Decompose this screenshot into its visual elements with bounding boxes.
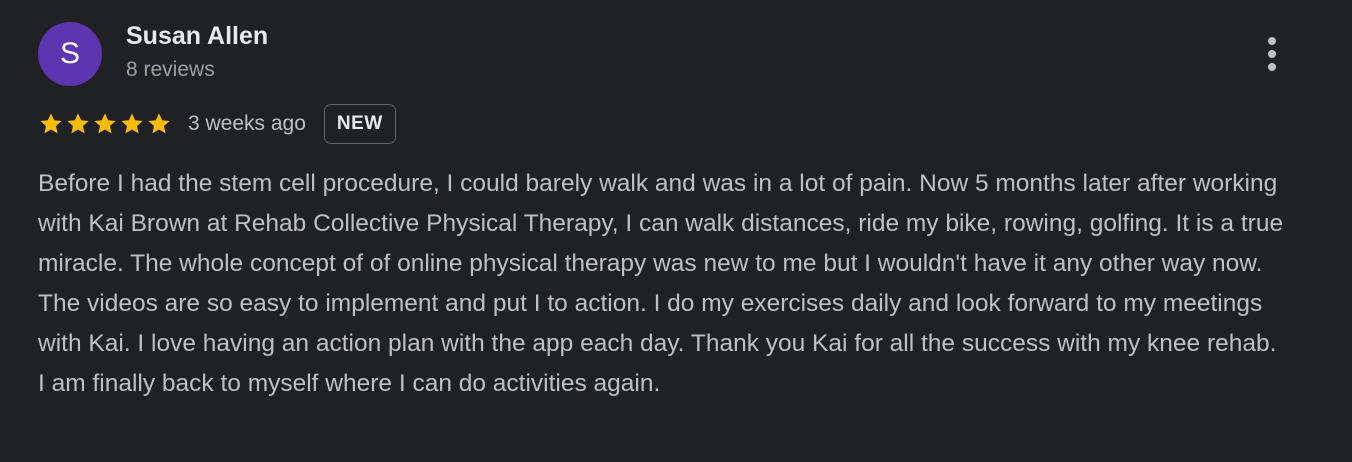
star-rating xyxy=(38,111,172,137)
new-badge: NEW xyxy=(323,104,396,144)
more-vert-icon xyxy=(1268,37,1276,71)
rating-row: 3 weeks ago NEW xyxy=(38,102,396,146)
star-icon xyxy=(94,113,116,134)
avatar-initial: S xyxy=(59,37,80,70)
star-icon xyxy=(148,113,170,134)
more-options-button[interactable] xyxy=(1252,30,1292,78)
star-icon xyxy=(121,113,143,134)
review-count: 8 reviews xyxy=(126,58,215,81)
reviewer-name[interactable]: Susan Allen xyxy=(126,22,268,51)
review-card: S Susan Allen 8 reviews 3 weeks ago NEW … xyxy=(0,0,1352,462)
review-date: 3 weeks ago xyxy=(188,112,306,135)
star-icon xyxy=(40,113,62,134)
star-icon xyxy=(67,113,89,134)
avatar[interactable]: S xyxy=(38,22,102,86)
review-text: Before I had the stem cell procedure, I … xyxy=(38,170,1284,397)
